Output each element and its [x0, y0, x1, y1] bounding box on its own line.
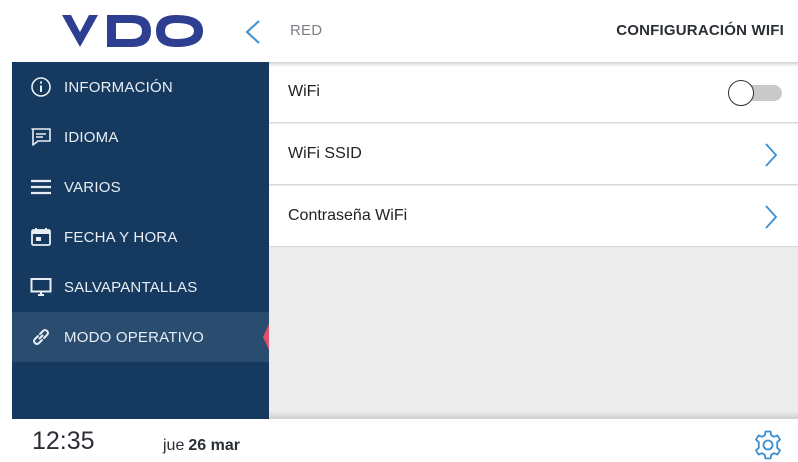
- wifi-password-row[interactable]: Contraseña WiFi: [269, 186, 798, 247]
- date-day-month: 26 mar: [188, 437, 240, 454]
- panel-bottom-shade: [269, 411, 798, 419]
- info-icon: [29, 75, 53, 99]
- chevron-right-icon: [765, 205, 778, 229]
- toggle-knob: [728, 80, 754, 106]
- clock-time: 12:35: [32, 427, 95, 455]
- wifi-password-label: Contraseña WiFi: [288, 207, 408, 224]
- wifi-toggle[interactable]: [728, 80, 784, 106]
- sidebar-item-salvapantallas[interactable]: SALVAPANTALLAS: [12, 262, 269, 312]
- settings-panel: WiFi WiFi SSID Contraseña WiFi: [269, 62, 798, 419]
- wifi-label: WiFi: [288, 83, 320, 100]
- sidebar-item-label: IDIOMA: [64, 128, 119, 146]
- sidebar-item-varios[interactable]: VARIOS: [12, 162, 269, 212]
- sidebar-nav: INFORMACIÓN IDIOMA VARIOS FECHA Y HORA S…: [12, 62, 275, 419]
- calendar-icon: [29, 225, 53, 249]
- sidebar-item-fecha-y-hora[interactable]: FECHA Y HORA: [12, 212, 269, 262]
- wifi-ssid-label: WiFi SSID: [288, 145, 362, 162]
- monitor-icon: [29, 275, 53, 299]
- date-weekday: jue: [163, 437, 185, 454]
- chat-icon: [29, 125, 53, 149]
- sidebar-item-label: MODO OPERATIVO: [64, 328, 205, 346]
- sidebar-item-label: VARIOS: [64, 178, 121, 196]
- sidebar-item-label: FECHA Y HORA: [64, 228, 178, 246]
- link-icon: [29, 325, 53, 349]
- wifi-ssid-row[interactable]: WiFi SSID: [269, 124, 798, 185]
- sidebar-item-informacion[interactable]: INFORMACIÓN: [12, 62, 269, 112]
- breadcrumb: RED: [290, 22, 323, 39]
- sidebar-item-modo-operativo[interactable]: MODO OPERATIVO: [12, 312, 275, 362]
- menu-icon: [29, 175, 53, 199]
- vdo-logo: [62, 15, 203, 47]
- chevron-right-icon: [765, 143, 778, 167]
- clock-date: jue 26 mar: [163, 437, 240, 455]
- status-bar: 12:35 jue 26 mar: [0, 419, 798, 462]
- wifi-row[interactable]: WiFi: [269, 62, 798, 123]
- gear-icon[interactable]: [752, 429, 784, 461]
- sidebar-item-label: SALVAPANTALLAS: [64, 278, 198, 296]
- back-chevron-icon[interactable]: [242, 19, 264, 45]
- sidebar-item-idioma[interactable]: IDIOMA: [12, 112, 269, 162]
- header-shadow: [269, 62, 798, 67]
- page-title: CONFIGURACIÓN WIFI: [616, 22, 784, 39]
- header-bar: RED CONFIGURACIÓN WIFI: [0, 0, 798, 62]
- sidebar-item-label: INFORMACIÓN: [64, 78, 173, 96]
